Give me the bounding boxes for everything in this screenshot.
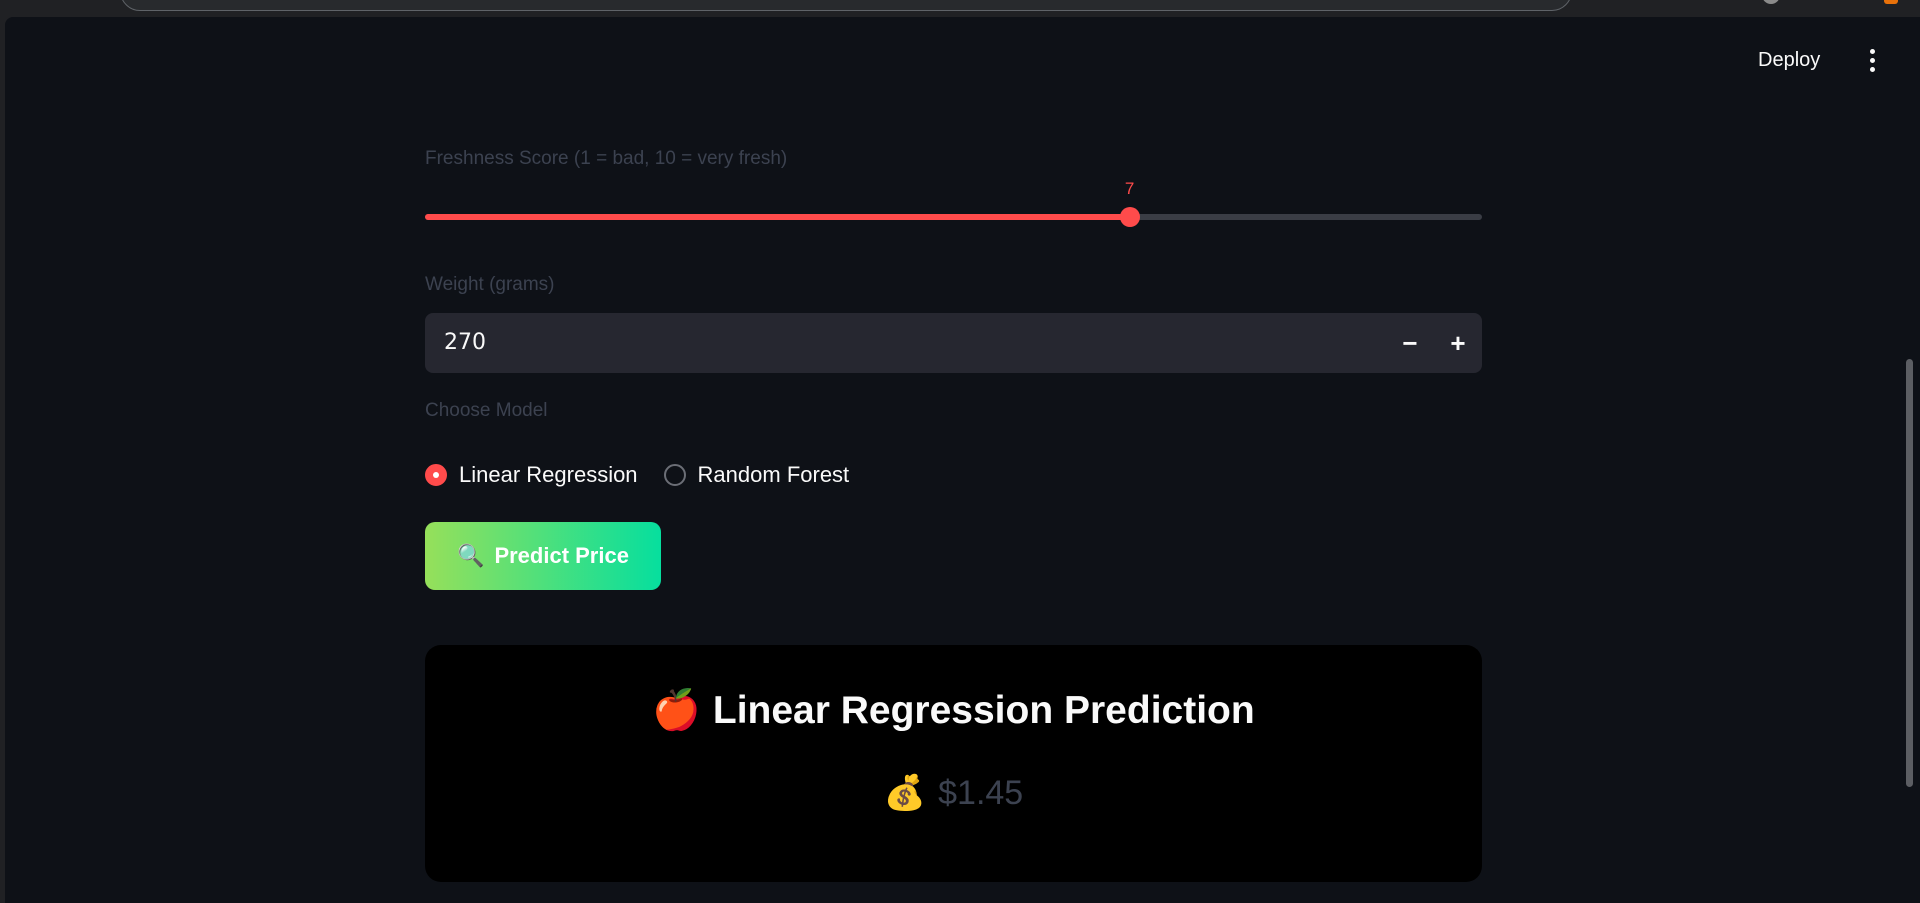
profile-avatar-icon[interactable]	[1762, 0, 1780, 4]
model-radio-group: Linear Regression Random Forest	[425, 460, 875, 490]
radio-linear-regression[interactable]: Linear Regression	[425, 462, 638, 488]
increment-button[interactable]: +	[1434, 313, 1482, 373]
slider-thumb[interactable]	[1119, 207, 1140, 227]
prediction-result-card: 🍎 Linear Regression Prediction 💰 $1.45	[425, 645, 1482, 882]
result-title-text: Linear Regression Prediction	[712, 689, 1255, 732]
weight-field[interactable]	[444, 313, 1344, 373]
result-price: 💰 $1.45	[425, 773, 1482, 813]
extension-icon[interactable]	[1884, 0, 1898, 4]
predict-price-button[interactable]: 🔍 Predict Price	[425, 522, 661, 590]
predict-button-label: Predict Price	[494, 543, 629, 568]
scrollbar-thumb[interactable]	[1906, 359, 1913, 787]
freshness-label: Freshness Score (1 = bad, 10 = very fres…	[425, 148, 788, 169]
radio-button[interactable]	[663, 464, 686, 486]
browser-chrome	[0, 0, 1920, 17]
search-icon: 🔍	[457, 543, 485, 568]
model-label: Choose Model	[425, 400, 548, 421]
kebab-dot	[1869, 57, 1875, 63]
kebab-dot	[1869, 48, 1875, 54]
slider-value: 7	[1124, 179, 1135, 198]
radio-label: Random Forest	[697, 462, 850, 487]
weight-number-input: − +	[425, 313, 1482, 373]
streamlit-app: Deploy Freshness Score (1 = bad, 10 = ve…	[5, 17, 1920, 903]
radio-random-forest[interactable]: Random Forest	[663, 462, 850, 488]
decrement-button[interactable]: −	[1386, 313, 1434, 373]
deploy-button[interactable]: Deploy	[1758, 45, 1820, 75]
result-title: 🍎 Linear Regression Prediction	[425, 687, 1482, 733]
address-bar[interactable]	[120, 0, 1572, 11]
money-bag-icon: 💰	[883, 774, 927, 812]
more-vertical-icon[interactable]	[1860, 45, 1884, 75]
slider-fill	[425, 214, 1130, 220]
kebab-dot	[1869, 66, 1875, 72]
apple-icon: 🍎	[652, 689, 701, 732]
freshness-slider[interactable]	[425, 207, 1482, 227]
radio-button[interactable]	[425, 464, 447, 486]
price-value: $1.45	[938, 774, 1024, 812]
weight-label: Weight (grams)	[425, 274, 555, 295]
radio-label: Linear Regression	[459, 462, 638, 487]
